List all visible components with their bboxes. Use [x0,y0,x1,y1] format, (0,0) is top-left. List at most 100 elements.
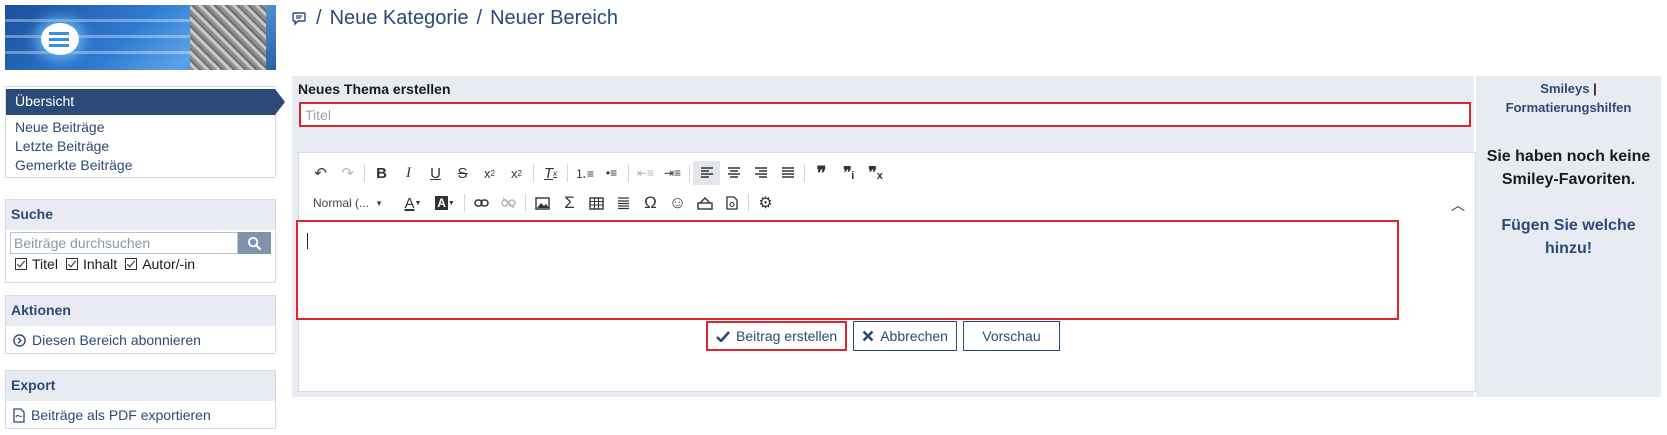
new-topic-form: Neues Thema erstellen ↶ ↷ B I U S x2 x2 … [292,76,1476,397]
checkbox-checked-icon[interactable] [65,258,78,270]
search-input[interactable] [10,232,238,254]
background-color-icon[interactable]: A ▼ [429,191,461,215]
toolbar-separator [567,164,568,182]
template-icon[interactable] [718,191,745,215]
special-char-omega-icon[interactable]: Ω [637,191,664,215]
justify-icon[interactable] [774,161,801,185]
breadcrumb-separator: / [476,7,483,29]
align-right-icon[interactable] [747,161,774,185]
toolbar-separator [533,164,534,182]
circle-arrow-right-icon [13,333,26,347]
breadcrumb: / Neue Kategorie / Neuer Bereich [292,7,618,30]
search-option-title[interactable]: Titel [15,256,58,272]
collapse-toolbar-icon[interactable]: ︿ [1451,195,1465,215]
chevron-down-icon: ▼ [375,198,383,208]
text-color-icon[interactable]: A ▼ [397,191,429,215]
search-panel: Suche Titel Inhalt Autor/-in [5,199,276,283]
outdent-icon[interactable]: ⇤≡ [632,161,659,185]
add-favorites-link[interactable]: Fügen Sie welche hinzu! [1476,214,1661,260]
subscribe-label: Diesen Bereich abonnieren [32,332,201,348]
text-cursor [307,233,308,249]
toolbar-separator [804,164,805,182]
smileys-link[interactable]: Smileys [1540,81,1589,96]
spoiler-icon[interactable] [691,191,718,215]
breadcrumb-separator: / [316,7,322,29]
export-pdf-link[interactable]: Beiträge als PDF exportieren [6,401,275,429]
link-icon[interactable] [468,191,495,215]
remove-format-icon[interactable]: Tx [537,161,564,185]
export-pdf-label: Beiträge als PDF exportieren [31,407,211,423]
blockquote-icon[interactable]: ❞ [808,161,835,185]
smiley-icon[interactable]: ☺ [664,191,691,215]
sigma-icon[interactable]: Σ [556,191,583,215]
sidebar-nav: Übersicht Neue Beiträge Letzte Beiträge … [5,86,285,178]
toolbar-separator [689,164,690,182]
sidebar-item-overview[interactable]: Übersicht [6,89,285,115]
search-button[interactable] [238,232,271,254]
forum-icon[interactable] [292,11,308,27]
numbered-list-icon[interactable]: ⒈≡ [571,161,598,185]
search-icon [247,236,262,250]
export-heading: Export [6,371,275,401]
bold-icon[interactable]: B [368,161,395,185]
cancel-label: Abbrechen [880,328,948,344]
sidebar-item-latest-posts[interactable]: Letzte Beiträge [6,136,275,156]
topic-title-input[interactable] [299,102,1471,127]
quote-remove-icon[interactable]: ❞ₓ [862,161,889,185]
redo-icon[interactable]: ↷ [334,161,361,185]
quote-user-icon[interactable]: ❞ᵢ [835,161,862,185]
settings-gears-icon[interactable]: ⚙ [752,191,779,215]
search-row [10,232,271,254]
banner-stripe [5,51,195,54]
create-post-button[interactable]: Beitrag erstellen [706,321,848,351]
align-left-icon[interactable] [693,161,720,185]
banner-stripe [5,35,195,38]
chat-bubble-icon [41,23,79,55]
checkmark-icon [716,330,731,342]
pdf-file-icon [13,407,25,423]
formatting-help-link[interactable]: Formatierungshilfen [1506,100,1632,115]
unlink-icon[interactable] [495,191,522,215]
superscript-icon[interactable]: x2 [503,161,530,185]
image-icon[interactable] [529,191,556,215]
link-separator: | [1593,81,1597,96]
toolbar-separator [748,194,749,212]
strikethrough-icon[interactable]: S [449,161,476,185]
post-content-area[interactable] [296,220,1399,320]
search-option-author-label: Autor/-in [142,256,196,272]
align-center-icon[interactable] [720,161,747,185]
sidebar-item-bookmarked-posts[interactable]: Gemerkte Beiträge [6,155,275,175]
breadcrumb-category[interactable]: Neue Kategorie [330,7,469,30]
subscript-icon[interactable]: x2 [476,161,503,185]
format-dropdown[interactable]: Normal (... ▼ [307,192,389,214]
format-dropdown-value: Normal (... [313,196,370,210]
preview-button[interactable]: Vorschau [962,321,1060,351]
smileys-links: Smileys | Formatierungshilfen [1476,76,1661,117]
underline-icon[interactable]: U [422,161,449,185]
toolbar-separator [464,194,465,212]
toolbar-separator [628,164,629,182]
indent-icon[interactable]: ⇥≡ [659,161,686,185]
table-icon[interactable] [583,191,610,215]
horizontal-line-icon[interactable] [610,191,637,215]
italic-icon[interactable]: I [395,161,422,185]
no-favorites-message: Sie haben noch keine Smiley-Favoriten. [1486,148,1651,188]
form-heading: Neues Thema erstellen [298,81,451,97]
editor-toolbar-row-1: ↶ ↷ B I U S x2 x2 Tx ⒈≡ •≡ ⇤≡ ⇥≡ ❞ ❞ᵢ ❞ₓ [307,161,889,185]
smileys-panel: Smileys | Formatierungshilfen Sie haben … [1476,76,1661,397]
subscribe-link[interactable]: Diesen Bereich abonnieren [6,326,275,354]
sidebar-item-new-posts[interactable]: Neue Beiträge [6,117,275,137]
cancel-button[interactable]: Abbrechen [853,321,957,351]
breadcrumb-area[interactable]: Neuer Bereich [490,7,618,30]
bulleted-list-icon[interactable]: •≡ [598,161,625,185]
checkbox-checked-icon[interactable] [125,258,138,270]
banner-photo [190,5,266,70]
undo-icon[interactable]: ↶ [307,161,334,185]
search-option-author[interactable]: Autor/-in [125,256,195,272]
search-options: Titel Inhalt Autor/-in [15,256,266,272]
close-icon [862,330,874,342]
editor-toolbar-row-2: Normal (... ▼ A ▼ A ▼ Σ Ω ☺ ⚙ [307,191,779,215]
forum-banner [5,5,276,70]
checkbox-checked-icon[interactable] [15,258,27,270]
search-option-content[interactable]: Inhalt [65,256,117,272]
